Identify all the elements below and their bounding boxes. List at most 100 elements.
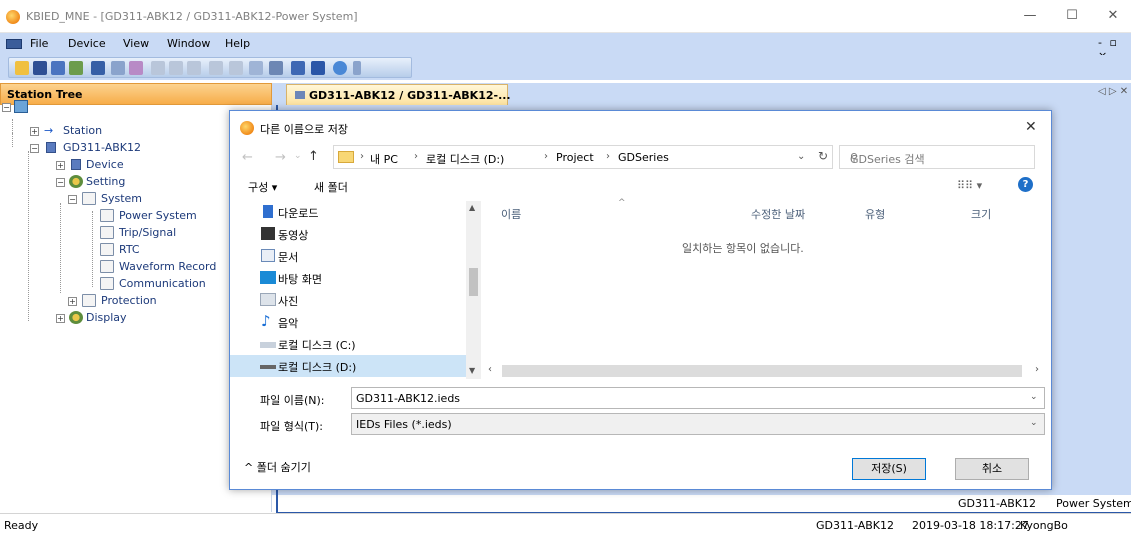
graph-icon[interactable]: [249, 61, 263, 75]
breadcrumb-gdseries[interactable]: GDSeries: [618, 151, 669, 164]
nav-item-drive-c[interactable]: 로컬 디스크 (C:): [230, 333, 466, 355]
chevron-right-icon[interactable]: ›: [360, 151, 364, 162]
chevron-right-icon[interactable]: ›: [606, 151, 610, 162]
collapse-icon[interactable]: −: [56, 178, 65, 187]
nav-item-downloads[interactable]: 다운로드: [230, 201, 466, 223]
breadcrumb-my-pc[interactable]: 내 PC: [370, 151, 398, 167]
back-arrow-icon[interactable]: ←: [242, 150, 253, 165]
nav-item-pictures[interactable]: 사진: [230, 289, 466, 311]
breadcrumb-drive-d[interactable]: 로컬 디스크 (D:): [426, 151, 504, 167]
collapse-icon[interactable]: −: [68, 195, 77, 204]
filetype-select[interactable]: IEDs Files (*.ieds) ⌄: [351, 413, 1045, 435]
tree-item-display[interactable]: + Display: [0, 310, 200, 326]
cancel-button[interactable]: 취소: [955, 458, 1029, 480]
about-icon[interactable]: [333, 61, 347, 75]
tree-item-power-system[interactable]: Power System: [0, 208, 220, 224]
maximize-button[interactable]: ☐: [1062, 6, 1082, 26]
expand-icon[interactable]: +: [56, 314, 65, 323]
minimize-button[interactable]: —: [1020, 6, 1040, 26]
scroll-down-icon[interactable]: ▼: [469, 366, 475, 375]
nav-item-videos[interactable]: 동영상: [230, 223, 466, 245]
new-folder-button[interactable]: 새 폴더: [314, 179, 348, 195]
nav-item-drive-d[interactable]: 로컬 디스크 (D:): [230, 355, 466, 377]
search-icon[interactable]: ⚲: [850, 151, 858, 164]
tree-item-station[interactable]: + → Station: [0, 123, 200, 139]
scroll-left-icon[interactable]: ‹: [488, 364, 492, 375]
column-name[interactable]: 이름: [501, 206, 521, 222]
disconnect-icon[interactable]: [129, 61, 143, 75]
recent-dropdown-icon[interactable]: ⌄: [294, 151, 302, 161]
tree-item-device[interactable]: + Device: [0, 157, 200, 173]
column-date-modified[interactable]: 수정한 날짜: [751, 206, 805, 222]
add-device-icon[interactable]: [291, 61, 305, 75]
tab-power-system[interactable]: GD311-ABK12 / GD311-ABK12-...: [286, 84, 511, 105]
chevron-right-icon[interactable]: ›: [544, 151, 548, 162]
nav-item-documents[interactable]: 문서: [230, 245, 466, 267]
status-bar: Ready GD311-ABK12 2019-03-18 18:17:27 Ky…: [0, 513, 1131, 533]
nav-scrollbar-thumb[interactable]: [469, 268, 478, 296]
nav-item-desktop[interactable]: 바탕 화면: [230, 267, 466, 289]
list-icon[interactable]: [209, 61, 223, 75]
tree-item-setting[interactable]: − Setting: [0, 174, 200, 190]
hscrollbar-thumb[interactable]: [502, 365, 1022, 377]
tab-scroll-controls[interactable]: ◁ ▷ ✕: [1098, 86, 1128, 97]
collapse-icon[interactable]: −: [2, 103, 11, 112]
filename-field[interactable]: GD311-ABK12.ieds ⌄: [351, 387, 1045, 409]
tree-item-trip-signal[interactable]: Trip/Signal: [0, 225, 220, 241]
write-icon[interactable]: [169, 61, 183, 75]
compare-icon[interactable]: [187, 61, 201, 75]
tree-item-waveform-record[interactable]: Waveform Record: [0, 259, 230, 275]
save-icon[interactable]: [33, 61, 47, 75]
delete-icon[interactable]: [311, 61, 325, 75]
breadcrumb-project[interactable]: Project: [556, 151, 594, 164]
tree-item-system[interactable]: − System: [0, 191, 200, 207]
menu-window[interactable]: Window: [167, 37, 210, 50]
refresh-icon[interactable]: ↻: [818, 149, 828, 163]
document-menu-icon[interactable]: [6, 39, 22, 49]
expand-icon[interactable]: +: [56, 161, 65, 170]
help-icon[interactable]: ?: [1018, 177, 1033, 192]
open-icon[interactable]: [51, 61, 65, 75]
menu-view[interactable]: View: [123, 37, 149, 50]
address-dropdown-icon[interactable]: ⌄: [797, 151, 805, 162]
hide-folders-toggle[interactable]: ^ 폴더 숨기기: [244, 459, 311, 475]
tree-root[interactable]: −: [0, 99, 40, 115]
tool-icon[interactable]: [269, 61, 283, 75]
file-list-hscrollbar[interactable]: ‹ ›: [482, 364, 1047, 378]
chevron-right-icon[interactable]: ›: [414, 151, 418, 162]
forward-arrow-icon[interactable]: →: [275, 150, 286, 165]
close-window-button[interactable]: ✕: [1103, 6, 1123, 26]
scroll-up-icon[interactable]: ▲: [469, 203, 475, 212]
column-type[interactable]: 유형: [865, 206, 885, 222]
address-bar[interactable]: › 내 PC › 로컬 디스크 (D:) › Project › GDSerie…: [333, 145, 833, 169]
tree-item-device-root[interactable]: − GD311-ABK12: [0, 140, 200, 156]
nav-item-music[interactable]: ♪ 음악: [230, 311, 466, 333]
connect-icon[interactable]: [111, 61, 125, 75]
column-size[interactable]: 크기: [971, 206, 991, 222]
station-icon[interactable]: [69, 61, 83, 75]
expand-icon[interactable]: +: [30, 127, 39, 136]
device-icon[interactable]: [91, 61, 105, 75]
save-button[interactable]: 저장(S): [852, 458, 926, 480]
expand-icon[interactable]: +: [68, 297, 77, 306]
nav-label: 로컬 디스크 (C:): [278, 339, 356, 352]
up-arrow-icon[interactable]: ↑: [308, 149, 319, 164]
window-icon[interactable]: [229, 61, 243, 75]
menu-help[interactable]: Help: [225, 37, 250, 50]
view-options-icon[interactable]: ⠿⠿ ▾: [957, 179, 982, 192]
collapse-icon[interactable]: −: [30, 144, 39, 153]
menu-file[interactable]: File: [30, 37, 48, 50]
chevron-down-icon[interactable]: ⌄: [1030, 392, 1038, 402]
menu-device[interactable]: Device: [68, 37, 106, 50]
tree-item-rtc[interactable]: RTC: [0, 242, 220, 258]
tree-item-protection[interactable]: + Protection: [0, 293, 200, 309]
organize-button[interactable]: 구성 ▾: [248, 179, 277, 195]
read-icon[interactable]: [151, 61, 165, 75]
toolbar-overflow-icon[interactable]: [353, 61, 361, 75]
tree-item-communication[interactable]: Communication: [0, 276, 230, 292]
dialog-close-button[interactable]: ✕: [1025, 119, 1037, 135]
search-input[interactable]: GDSeries 검색 ⚲: [839, 145, 1035, 169]
chevron-down-icon[interactable]: ⌄: [1030, 418, 1038, 428]
new-icon[interactable]: [15, 61, 29, 75]
scroll-right-icon[interactable]: ›: [1035, 364, 1039, 375]
